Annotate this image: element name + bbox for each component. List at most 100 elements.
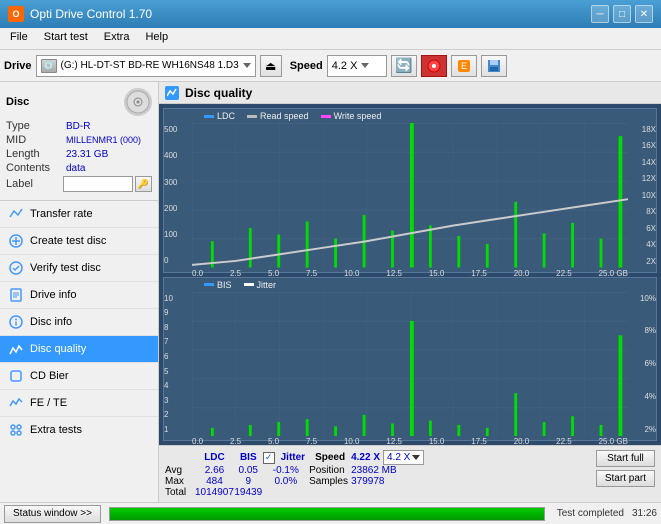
nav-fe-te[interactable]: FE / TE <box>0 390 158 417</box>
nav-drive-info[interactable]: Drive info <box>0 282 158 309</box>
drive-info-icon <box>8 287 24 303</box>
top-chart-svg <box>192 123 628 268</box>
jitter-legend-dot <box>244 283 254 286</box>
time-text: 31:26 <box>632 508 657 519</box>
disc-label-label: Label <box>6 178 63 190</box>
disc-mid-label: MID <box>6 134 66 146</box>
stats-speed-dropdown[interactable]: 4.2 X <box>383 450 424 465</box>
nav-extra-tests[interactable]: Extra tests <box>0 417 158 443</box>
disc-quality-header: Disc quality <box>159 82 661 104</box>
progress-bar-fill <box>110 508 544 520</box>
bottom-chart-y-right: 10% 8% 6% 4% 2% <box>640 292 656 437</box>
jitter-checkbox-cell: ✓ <box>263 450 277 465</box>
stats-total-label: Total <box>165 487 195 498</box>
transfer-rate-icon <box>8 206 24 222</box>
status-bar: Status window >> Test completed 31:26 <box>0 502 661 524</box>
title-bar-left: O Opti Drive Control 1.70 <box>8 6 152 22</box>
menu-start-test[interactable]: Start test <box>38 30 94 47</box>
nav-items: Transfer rate Create test disc Verify te… <box>0 201 158 502</box>
erase-icon: E <box>457 59 471 73</box>
settings-button2[interactable]: E <box>451 55 477 77</box>
menu-extra[interactable]: Extra <box>98 30 136 47</box>
cd-bier-icon <box>8 368 24 384</box>
minimize-button[interactable]: ─ <box>591 5 609 23</box>
disc-length-label: Length <box>6 148 66 160</box>
ldc-legend-label: LDC <box>217 111 235 121</box>
stats-ldc-total: 1014907 <box>195 487 234 498</box>
nav-create-test-disc[interactable]: Create test disc <box>0 228 158 255</box>
nav-fe-te-label: FE / TE <box>30 397 67 409</box>
title-bar-controls: ─ □ ✕ <box>591 5 653 23</box>
disc-label-button[interactable]: 🔑 <box>135 176 152 192</box>
nav-transfer-rate-label: Transfer rate <box>30 208 93 220</box>
speed-dropdown-arrow <box>361 63 369 68</box>
maximize-button[interactable]: □ <box>613 5 631 23</box>
nav-transfer-rate[interactable]: Transfer rate <box>0 201 158 228</box>
nav-disc-info-label: Disc info <box>30 316 72 328</box>
eject-button[interactable]: ⏏ <box>260 55 282 77</box>
top-chart-area: 500 400 300 200 100 0 18X 16X 14X 12X 10… <box>164 123 656 268</box>
drive-select[interactable]: 💿 (G:) HL-DT-ST BD-RE WH16NS48 1.D3 <box>36 55 256 77</box>
nav-disc-quality-label: Disc quality <box>30 343 86 355</box>
stats-avg-label: Avg <box>165 465 195 476</box>
jitter-legend-label: Jitter <box>257 280 277 290</box>
stats-position-val: 23862 MB <box>351 465 427 476</box>
nav-verify-test-disc[interactable]: Verify test disc <box>0 255 158 282</box>
disc-contents-row: Contents data <box>6 162 152 174</box>
disc-header: Disc <box>6 88 152 116</box>
stats-jitter-avg: -0.1% <box>263 465 309 476</box>
nav-disc-quality[interactable]: Disc quality <box>0 336 158 363</box>
stats-max-label: Max <box>165 476 195 487</box>
stats-speed-header: Speed <box>309 450 351 465</box>
start-buttons: Start full Start part <box>596 450 655 487</box>
start-full-button[interactable]: Start full <box>596 450 655 467</box>
save-button[interactable] <box>481 55 507 77</box>
stats-samples-val: 379978 <box>351 476 427 487</box>
start-part-button[interactable]: Start part <box>596 470 655 487</box>
verify-test-disc-icon <box>8 260 24 276</box>
disc-contents-label: Contents <box>6 162 66 174</box>
speed-select[interactable]: 4.2 X <box>327 55 387 77</box>
stats-spacer <box>165 450 195 465</box>
top-chart-y-right: 18X 16X 14X 12X 10X 8X 6X 4X 2X <box>642 123 656 268</box>
bis-legend-dot <box>204 283 214 286</box>
top-chart-legend: LDC Read speed Write speed <box>164 109 656 123</box>
stats-ldc-avg: 2.66 <box>195 465 234 476</box>
app-title: Opti Drive Control 1.70 <box>30 7 152 21</box>
nav-cd-bier[interactable]: CD Bier <box>0 363 158 390</box>
nav-disc-info[interactable]: Disc info <box>0 309 158 336</box>
stats-speed-dropdown-cell: 4.2 X <box>380 450 427 465</box>
create-test-disc-icon <box>8 233 24 249</box>
disc-quality-icon <box>427 59 441 73</box>
menu-help[interactable]: Help <box>139 30 174 47</box>
bis-legend-label: BIS <box>217 280 232 290</box>
status-window-button[interactable]: Status window >> <box>4 505 101 523</box>
refresh-button[interactable]: 🔄 <box>391 55 417 77</box>
disc-length-row: Length 23.31 GB <box>6 148 152 160</box>
legend-write-speed: Write speed <box>321 111 382 121</box>
progress-bar-container <box>109 507 545 521</box>
sidebar: Disc Type BD-R MID MILLENMR1 (000) Leng <box>0 82 159 502</box>
bottom-chart-area: 10 9 8 7 6 5 4 3 2 1 10% 8% <box>164 292 656 437</box>
disc-mid-value: MILLENMR1 (000) <box>66 135 141 145</box>
fe-te-icon <box>8 395 24 411</box>
settings-button1[interactable] <box>421 55 447 77</box>
disc-mid-row: MID MILLENMR1 (000) <box>6 134 152 146</box>
menu-file[interactable]: File <box>4 30 34 47</box>
disc-type-label: Type <box>6 120 66 132</box>
legend-ldc: LDC <box>204 111 235 121</box>
app-icon: O <box>8 6 24 22</box>
nav-cd-bier-label: CD Bier <box>30 370 69 382</box>
disc-label-input[interactable] <box>63 176 133 192</box>
save-icon <box>487 59 501 73</box>
speed-value: 4.2 X <box>332 60 358 72</box>
write-speed-legend-label: Write speed <box>334 111 382 121</box>
stats-bis-total: 19439 <box>234 487 263 498</box>
nav-drive-info-label: Drive info <box>30 289 76 301</box>
top-chart-y-left: 500 400 300 200 100 0 <box>164 123 177 268</box>
jitter-checkbox[interactable]: ✓ <box>263 452 275 464</box>
close-button[interactable]: ✕ <box>635 5 653 23</box>
disc-quality-nav-icon <box>8 341 24 357</box>
ldc-legend-dot <box>204 115 214 118</box>
bottom-chart-x-axis: 0.0 2.5 5.0 7.5 10.0 12.5 15.0 17.5 20.0… <box>164 436 656 447</box>
